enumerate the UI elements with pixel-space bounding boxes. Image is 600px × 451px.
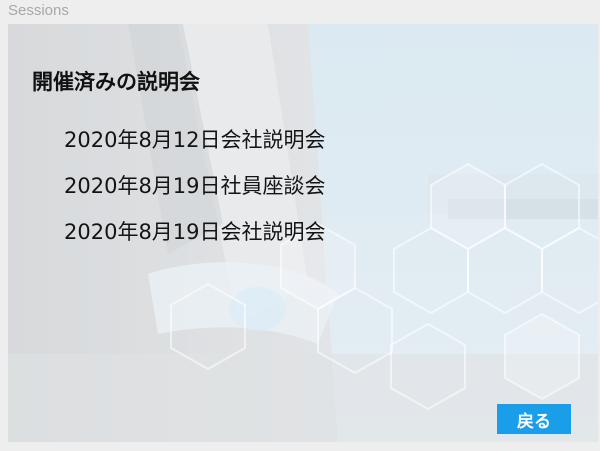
session-item[interactable]: 2020年8月12日会社説明会 (64, 122, 326, 168)
session-item[interactable]: 2020年8月19日会社説明会 (64, 214, 326, 260)
window-title: Sessions (8, 2, 69, 19)
session-item[interactable]: 2020年8月19日社員座談会 (64, 168, 326, 214)
session-list: 2020年8月12日会社説明会 2020年8月19日社員座談会 2020年8月1… (64, 122, 326, 260)
page-heading: 開催済みの説明会 (32, 70, 200, 94)
back-button[interactable]: 戻る (497, 404, 571, 434)
content-panel: 開催済みの説明会 2020年8月12日会社説明会 2020年8月19日社員座談会… (8, 24, 598, 442)
